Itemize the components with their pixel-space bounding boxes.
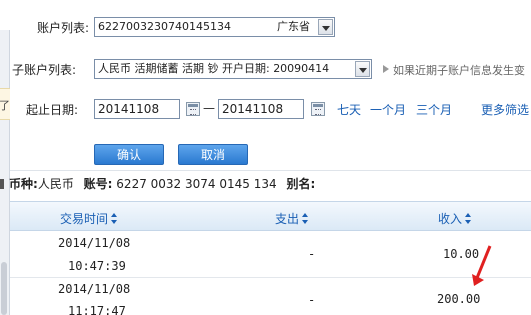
- account-info-line: 币种:人民币 账号: 6227 0032 3074 0145 134 别名:: [0, 175, 315, 193]
- sort-icon[interactable]: [111, 213, 118, 224]
- chevron-down-icon[interactable]: [318, 19, 333, 35]
- account-number-display: 6227 0032 3074 0145 134: [116, 177, 277, 191]
- left-panel-scrollbar[interactable]: [1, 262, 7, 315]
- cancel-button[interactable]: 取消: [178, 144, 248, 165]
- section-marker-icon: [0, 179, 4, 189]
- header-expense-label: 支出: [275, 212, 300, 226]
- chevron-down-icon[interactable]: [355, 61, 370, 77]
- account-region-value: 广东省: [277, 20, 310, 33]
- table-header: 交易时间 支出 收入: [10, 201, 531, 231]
- sub-account-label: 子账户列表:: [12, 63, 77, 77]
- confirm-button[interactable]: 确认: [94, 144, 164, 165]
- hint-arrow-icon: [383, 65, 389, 73]
- row-date: 2014/11/08: [58, 282, 131, 296]
- calendar-icon[interactable]: [311, 102, 325, 116]
- currency-value: 人民币: [37, 177, 74, 191]
- calendar-icon[interactable]: [186, 102, 200, 116]
- start-date-input[interactable]: 20141108: [94, 99, 180, 119]
- header-time-label: 交易时间: [60, 212, 109, 226]
- account-number-value: 6227003230740145134: [98, 20, 231, 33]
- header-income[interactable]: 收入: [438, 210, 472, 227]
- row-expense: -: [308, 247, 316, 261]
- account-list-label: 账户列表:: [37, 21, 90, 35]
- left-panel: 了: [0, 30, 10, 315]
- row-expense: -: [308, 293, 316, 307]
- table-row: 2014/11/08 11:17:47 - 200.00: [10, 279, 531, 315]
- quick-link-7days[interactable]: 七天: [337, 101, 361, 118]
- header-income-label: 收入: [438, 212, 463, 226]
- quick-link-3months[interactable]: 三个月: [416, 101, 452, 118]
- date-range-label: 起止日期:: [26, 103, 79, 117]
- account-list-select[interactable]: 6227003230740145134 广东省: [94, 17, 335, 37]
- table-row: 2014/11/08 10:47:39 - 10.00: [10, 232, 531, 278]
- sub-account-hint: 如果近期子账户信息发生变: [393, 64, 525, 77]
- row-time: 11:17:47: [68, 304, 126, 315]
- left-panel-item-label: 了: [0, 99, 10, 112]
- divider: [10, 170, 531, 171]
- header-expense[interactable]: 支出: [275, 210, 309, 227]
- row-time: 10:47:39: [68, 259, 126, 273]
- left-panel-selected-item[interactable]: 了: [0, 88, 10, 120]
- currency-label: 币种:: [9, 177, 38, 191]
- quick-link-1month[interactable]: 一个月: [370, 101, 406, 118]
- header-time[interactable]: 交易时间: [60, 210, 118, 227]
- end-date-input[interactable]: 20141108: [218, 99, 304, 119]
- row-date: 2014/11/08: [58, 236, 131, 250]
- sort-icon[interactable]: [302, 213, 309, 224]
- alias-label: 别名:: [286, 177, 316, 191]
- sub-account-select[interactable]: 人民币 活期储蓄 活期 钞 开户日期: 20090414: [94, 59, 372, 79]
- more-filter-link[interactable]: 更多筛选: [481, 101, 529, 118]
- annotation-arrow-icon: [472, 245, 492, 286]
- row-income: 200.00: [437, 292, 481, 306]
- account-number-label: 账号:: [83, 177, 113, 191]
- sub-account-value: 人民币 活期储蓄 活期 钞 开户日期: 20090414: [98, 62, 330, 75]
- sort-icon[interactable]: [465, 213, 472, 224]
- date-range-dash: —: [203, 101, 215, 115]
